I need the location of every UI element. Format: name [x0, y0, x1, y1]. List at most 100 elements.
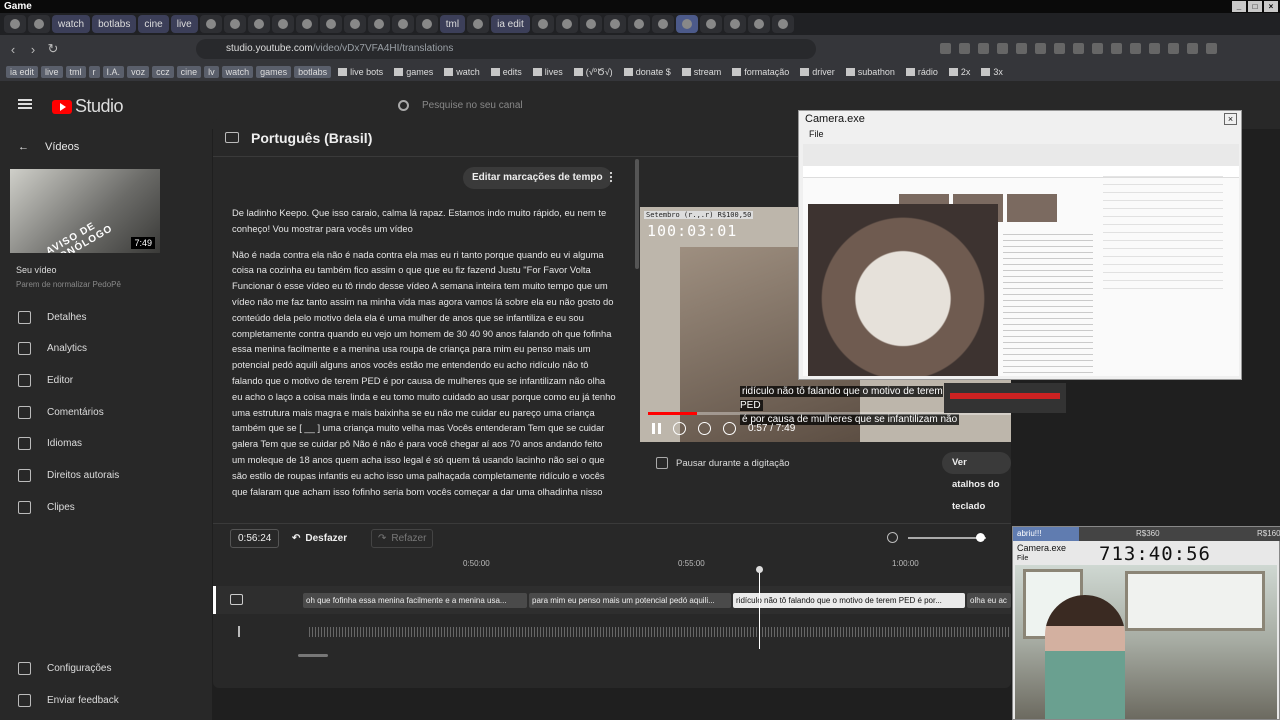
- bookmark-item[interactable]: ia edit: [6, 66, 39, 78]
- caption-segment-current[interactable]: ridículo não tô falando que o motivo de …: [733, 593, 965, 608]
- browser-tab[interactable]: [415, 15, 438, 33]
- browser-tab-active[interactable]: [675, 15, 698, 33]
- nav-comments[interactable]: Comentários: [18, 406, 104, 419]
- bookmark-item[interactable]: subathon: [842, 66, 899, 78]
- camera-file-menu[interactable]: File: [809, 129, 824, 139]
- browser-tab[interactable]: live: [170, 15, 198, 33]
- nav-clips[interactable]: Clipes: [18, 501, 75, 514]
- extension-icon[interactable]: [959, 43, 970, 54]
- transcript-text-editor[interactable]: De ladinho Keepo. Que isso caraio, calma…: [232, 205, 616, 523]
- timeline-playhead[interactable]: [756, 566, 763, 649]
- bookmark-item[interactable]: live bots: [334, 66, 387, 78]
- extension-icon[interactable]: [978, 43, 989, 54]
- browser-tab[interactable]: [555, 15, 578, 33]
- bookmark-item[interactable]: (√ºԾ√): [570, 66, 617, 79]
- timecode-field[interactable]: 0:56:24: [230, 529, 280, 548]
- url-field[interactable]: studio.youtube.com/video/vDx7VFA4HI/tran…: [196, 39, 816, 59]
- nav-analytics[interactable]: Analytics: [18, 342, 87, 355]
- bookmark-item[interactable]: r: [88, 66, 100, 78]
- timeline-scrollbar[interactable]: [298, 654, 328, 657]
- bookmark-item[interactable]: botlabs: [294, 66, 332, 78]
- extension-icon[interactable]: [1016, 43, 1027, 54]
- browser-tab[interactable]: [531, 15, 554, 33]
- back-icon[interactable]: ‹: [6, 42, 20, 57]
- browser-tab[interactable]: [247, 15, 270, 33]
- browser-tab[interactable]: [199, 15, 222, 33]
- bookmark-item[interactable]: games: [256, 66, 292, 78]
- extension-icon[interactable]: [1035, 43, 1046, 54]
- zoom-slider-knob[interactable]: [976, 532, 985, 542]
- bookmark-item[interactable]: I.A.: [102, 66, 125, 78]
- bookmark-item[interactable]: lives: [529, 66, 567, 78]
- redo-button[interactable]: ↷ Refazer: [371, 529, 434, 548]
- back-to-videos[interactable]: ← Vídeos: [18, 141, 79, 153]
- extension-icon[interactable]: [1092, 43, 1103, 54]
- extension-icon[interactable]: [1054, 43, 1065, 54]
- minimize-button[interactable]: _: [1232, 1, 1246, 12]
- webcam-file-menu[interactable]: File: [1017, 555, 1028, 562]
- reload-icon[interactable]: ↻: [46, 41, 60, 57]
- bookmark-item[interactable]: formatação: [728, 66, 793, 78]
- caption-segment[interactable]: para mim eu penso mais um potencial pedó…: [529, 593, 731, 608]
- browser-tab[interactable]: [627, 15, 650, 33]
- pause-icon[interactable]: [652, 423, 661, 434]
- rewind-icon[interactable]: [673, 422, 686, 435]
- zoom-out-icon[interactable]: [887, 532, 898, 543]
- browser-tab[interactable]: [603, 15, 626, 33]
- bookmark-item[interactable]: lv: [204, 66, 219, 78]
- bookmark-item[interactable]: donate $: [620, 66, 675, 78]
- browser-tab[interactable]: [651, 15, 674, 33]
- transcript-scrollbar[interactable]: [635, 159, 639, 269]
- browser-tab[interactable]: [467, 15, 490, 33]
- forward-icon[interactable]: ›: [26, 42, 40, 57]
- bookmark-item[interactable]: tml: [65, 66, 86, 78]
- channel-search-input[interactable]: Pesquise no seu canal: [388, 94, 788, 118]
- browser-tab[interactable]: [295, 15, 318, 33]
- bookmark-item[interactable]: cine: [176, 66, 202, 78]
- browser-tab[interactable]: [28, 15, 50, 33]
- bookmark-item[interactable]: games: [390, 66, 437, 78]
- browser-tab[interactable]: botlabs: [92, 15, 137, 33]
- nav-editor[interactable]: Editor: [18, 374, 73, 387]
- browser-tab[interactable]: ia edit: [491, 15, 530, 33]
- extension-icon[interactable]: [1073, 43, 1084, 54]
- browser-tab[interactable]: [223, 15, 246, 33]
- browser-tab[interactable]: [699, 15, 722, 33]
- nav-details[interactable]: Detalhes: [18, 311, 86, 324]
- zoom-slider[interactable]: [908, 532, 986, 542]
- keyboard-shortcuts-button[interactable]: Ver atalhos do teclado: [942, 452, 1011, 512]
- bookmark-item[interactable]: watch: [440, 66, 484, 78]
- bookmark-item[interactable]: rádio: [902, 66, 942, 78]
- extension-icon[interactable]: [997, 43, 1008, 54]
- undo-button[interactable]: ↶ Desfazer: [292, 529, 347, 548]
- browser-tab[interactable]: [271, 15, 294, 33]
- nav-copyright[interactable]: Direitos autorais: [18, 469, 119, 482]
- edit-timing-button[interactable]: Editar marcações de tempo: [463, 167, 612, 189]
- caption-segment[interactable]: olha eu ac: [967, 593, 1011, 608]
- browser-tab[interactable]: [391, 15, 414, 33]
- browser-tab[interactable]: [319, 15, 342, 33]
- bookmark-item[interactable]: stream: [678, 66, 726, 78]
- forward-icon[interactable]: [698, 422, 711, 435]
- bookmark-item[interactable]: watch: [221, 66, 254, 78]
- volume-icon[interactable]: [723, 422, 736, 435]
- nav-feedback[interactable]: Enviar feedback: [18, 694, 119, 707]
- browser-tab[interactable]: watch: [52, 15, 91, 33]
- browser-tab[interactable]: [367, 15, 390, 33]
- browser-tab[interactable]: [343, 15, 366, 33]
- studio-logo[interactable]: Studio: [52, 96, 124, 117]
- caption-segment[interactable]: oh que fofinha essa menina facilmente e …: [303, 593, 527, 608]
- bookmark-item[interactable]: ccz: [152, 66, 174, 78]
- browser-tab[interactable]: tml: [439, 15, 466, 33]
- bookmark-item[interactable]: voz: [127, 66, 150, 78]
- extension-icon[interactable]: [1111, 43, 1122, 54]
- video-thumbnail[interactable]: AVISO DE MONÓLOGO 7:49: [10, 169, 160, 253]
- maximize-button[interactable]: □: [1248, 1, 1262, 12]
- extension-icon[interactable]: [940, 43, 951, 54]
- nav-settings[interactable]: Configurações: [18, 662, 111, 675]
- close-icon[interactable]: ×: [1224, 113, 1237, 125]
- checkbox[interactable]: [656, 457, 668, 469]
- bookmark-item[interactable]: driver: [796, 66, 839, 78]
- extension-icon[interactable]: [1149, 43, 1160, 54]
- browser-tab[interactable]: [771, 15, 794, 33]
